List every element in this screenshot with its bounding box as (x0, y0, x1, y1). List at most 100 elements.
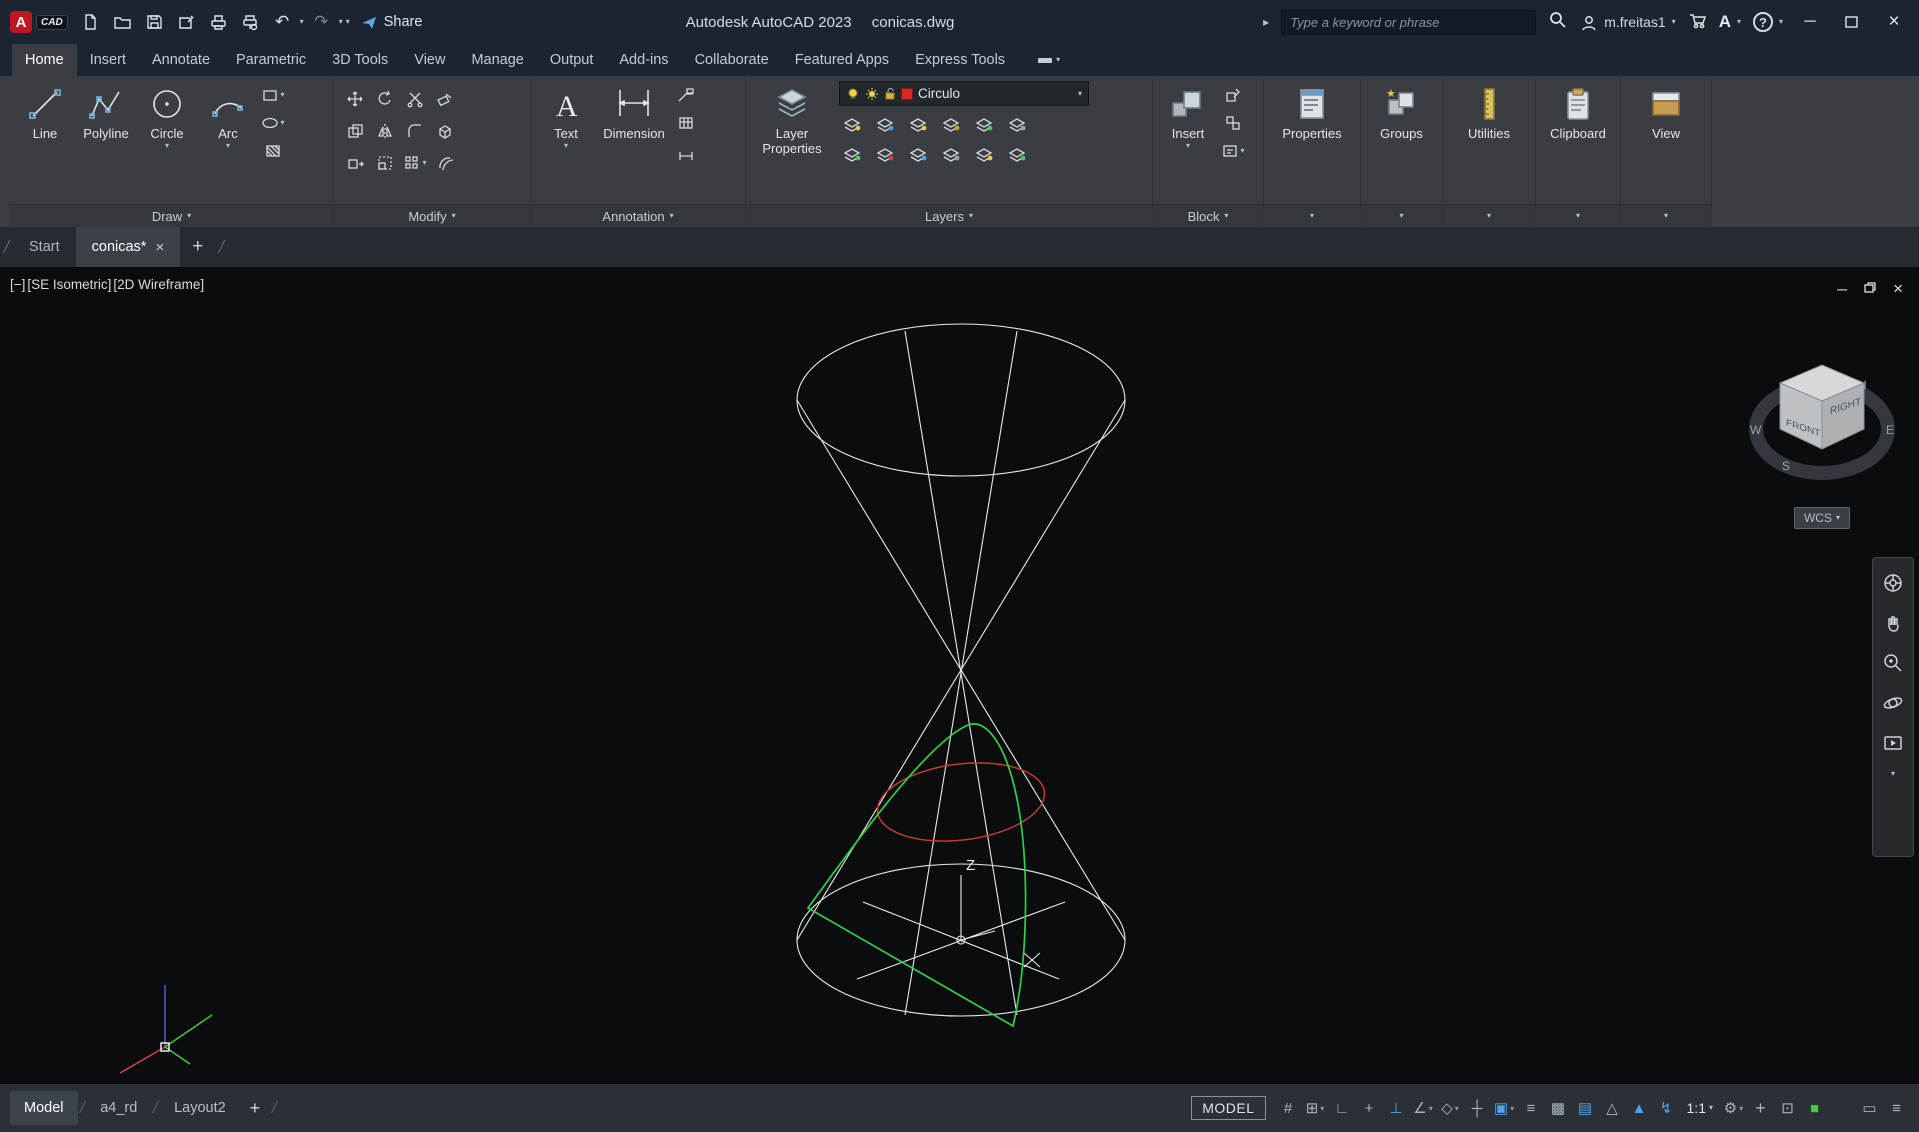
print-preview-button[interactable] (236, 8, 265, 37)
rectangle-tool[interactable]: ▾ (260, 83, 286, 107)
layout-tab-model[interactable]: Model (10, 1091, 78, 1125)
ellipse-tool[interactable]: ▾ (260, 111, 286, 135)
mirror-tool[interactable] (372, 119, 398, 143)
text-button[interactable]: A Text ▾ (537, 81, 595, 202)
fillet-tool[interactable] (402, 119, 428, 143)
model-space-canvas[interactable]: Z [−] [SE Isometric] [2D Wireframe] ─ × (0, 267, 1919, 1084)
trim-tool[interactable] (402, 87, 428, 111)
undo-flyout-caret[interactable]: ▾ (300, 18, 304, 26)
signed-in-user[interactable]: m.freitas1 ▾ (1580, 14, 1676, 31)
share-button[interactable]: Share (360, 14, 422, 30)
panel-label-groups[interactable]: ▾ (1361, 204, 1442, 227)
viewport-restore-icon[interactable] (1863, 281, 1877, 297)
tab-manage[interactable]: Manage (458, 44, 536, 76)
autocad-logo[interactable]: A CAD (6, 11, 76, 33)
add-status-toggle-button[interactable]: + (1748, 1095, 1773, 1122)
pan-button[interactable] (1880, 610, 1906, 636)
properties-button[interactable]: Properties (1270, 81, 1354, 202)
copy-tool[interactable] (342, 119, 368, 143)
tab-express-tools[interactable]: Express Tools (902, 44, 1018, 76)
panel-label-view[interactable]: ▾ (1621, 204, 1711, 227)
qat-customize-caret[interactable]: ▾ (346, 18, 350, 26)
cart-button[interactable] (1688, 11, 1707, 33)
annotation-autoscale-toggle[interactable]: ↯ (1654, 1095, 1679, 1122)
polyline-button[interactable]: Polyline (77, 81, 135, 202)
view-control[interactable]: [SE Isometric] (27, 277, 111, 292)
dynamic-ucs-toggle[interactable]: △ (1600, 1095, 1625, 1122)
grid-display-toggle[interactable]: # (1276, 1095, 1301, 1122)
rotate-tool[interactable] (372, 87, 398, 111)
new-file-button[interactable] (76, 8, 105, 37)
layer-dropdown[interactable]: Circulo ▾ (839, 81, 1089, 106)
object-snap-tracking-toggle[interactable]: ┼ (1465, 1095, 1490, 1122)
layer-tool[interactable] (971, 112, 997, 136)
ortho-mode-toggle[interactable]: ⊥ (1384, 1095, 1409, 1122)
search-button[interactable] (1548, 10, 1568, 34)
layer-tool[interactable] (905, 112, 931, 136)
new-layout-button[interactable]: + (240, 1098, 271, 1119)
panel-label-clipboard[interactable]: ▾ (1536, 204, 1620, 227)
showmotion-button[interactable] (1880, 730, 1906, 756)
ribbon-display-toggle[interactable]: ▾ (1030, 44, 1068, 76)
zoom-button[interactable] (1880, 650, 1906, 676)
dynamic-input-toggle[interactable]: + (1357, 1095, 1382, 1122)
orbit-button[interactable] (1880, 690, 1906, 716)
panel-label-annotation[interactable]: Annotation ▾ (531, 204, 745, 227)
viewport-menu-control[interactable]: [−] (10, 277, 25, 292)
move-tool[interactable] (342, 87, 368, 111)
wcs-dropdown[interactable]: WCS ▾ (1794, 507, 1850, 529)
redo-button[interactable]: ↷ (307, 8, 336, 37)
save-as-button[interactable] (172, 8, 201, 37)
dimension-style-tool[interactable] (673, 139, 699, 163)
insert-button[interactable]: Insert ▾ (1159, 81, 1217, 202)
panel-label-layers[interactable]: Layers ▾ (746, 204, 1152, 227)
line-button[interactable]: Line (16, 81, 74, 202)
tab-collaborate[interactable]: Collaborate (682, 44, 782, 76)
layer-tool[interactable] (839, 142, 865, 166)
redo-flyout-caret[interactable]: ▾ (339, 18, 343, 26)
graphics-performance-button[interactable]: ■ (1802, 1095, 1827, 1122)
customization-menu-button[interactable]: ≡ (1884, 1095, 1909, 1122)
plot-button[interactable] (204, 8, 233, 37)
annotation-visibility-toggle[interactable]: ▲ (1627, 1095, 1652, 1122)
panel-label-draw[interactable]: Draw ▾ (10, 204, 333, 227)
help-button[interactable]: ? ▾ (1752, 12, 1783, 32)
autodesk-apps-button[interactable]: A ▾ (1719, 12, 1741, 32)
text-flyout-caret[interactable]: ▾ (564, 142, 568, 150)
selection-cycling-toggle[interactable]: ▤ (1573, 1095, 1598, 1122)
window-maximize-button[interactable] (1837, 7, 1867, 37)
annotation-scale-control[interactable]: 1:1 ▾ (1681, 1100, 1719, 1116)
viewcube[interactable]: W S E N FRONT RIGHT (1742, 337, 1902, 507)
navigation-wheel-button[interactable] (1880, 570, 1906, 596)
infer-constraints-toggle[interactable]: ∟ (1330, 1095, 1355, 1122)
array-tool[interactable]: ▾ (402, 151, 428, 175)
clean-screen-button[interactable]: ▭ (1857, 1095, 1882, 1122)
panel-label-modify[interactable]: Modify ▾ (334, 204, 530, 227)
search-input[interactable] (1281, 9, 1537, 35)
file-tab-close-icon[interactable]: × (155, 239, 164, 256)
isolate-objects-button[interactable]: ⊡ (1775, 1095, 1800, 1122)
hatch-tool[interactable] (260, 139, 286, 163)
visual-style-control[interactable]: [2D Wireframe] (113, 277, 204, 292)
circle-button[interactable]: Circle ▾ (138, 81, 196, 202)
file-tab-conicas[interactable]: conicas* × (75, 227, 181, 267)
tab-home[interactable]: Home (12, 44, 77, 76)
tab-view[interactable]: View (401, 44, 458, 76)
navbar-customize-caret[interactable]: ▾ (1891, 770, 1895, 778)
panel-label-properties[interactable]: ▾ (1264, 204, 1360, 227)
groups-button[interactable]: ★ Groups (1367, 81, 1436, 202)
insert-flyout-caret[interactable]: ▾ (1186, 142, 1190, 150)
window-close-button[interactable]: × (1879, 7, 1909, 37)
dimension-button[interactable]: Dimension (598, 81, 670, 202)
save-button[interactable] (140, 8, 169, 37)
utilities-button[interactable]: Utilities (1449, 81, 1529, 202)
undo-button[interactable]: ↶ (268, 8, 297, 37)
new-drawing-tab-button[interactable]: + (180, 227, 215, 267)
layer-tool[interactable] (1004, 142, 1030, 166)
transparency-toggle[interactable]: ▩ (1546, 1095, 1571, 1122)
tab-output[interactable]: Output (537, 44, 607, 76)
arc-flyout-caret[interactable]: ▾ (226, 142, 230, 150)
tab-annotate[interactable]: Annotate (139, 44, 223, 76)
layer-tool[interactable] (938, 142, 964, 166)
workspace-switching-button[interactable]: ⚙ ▾ (1721, 1095, 1746, 1122)
